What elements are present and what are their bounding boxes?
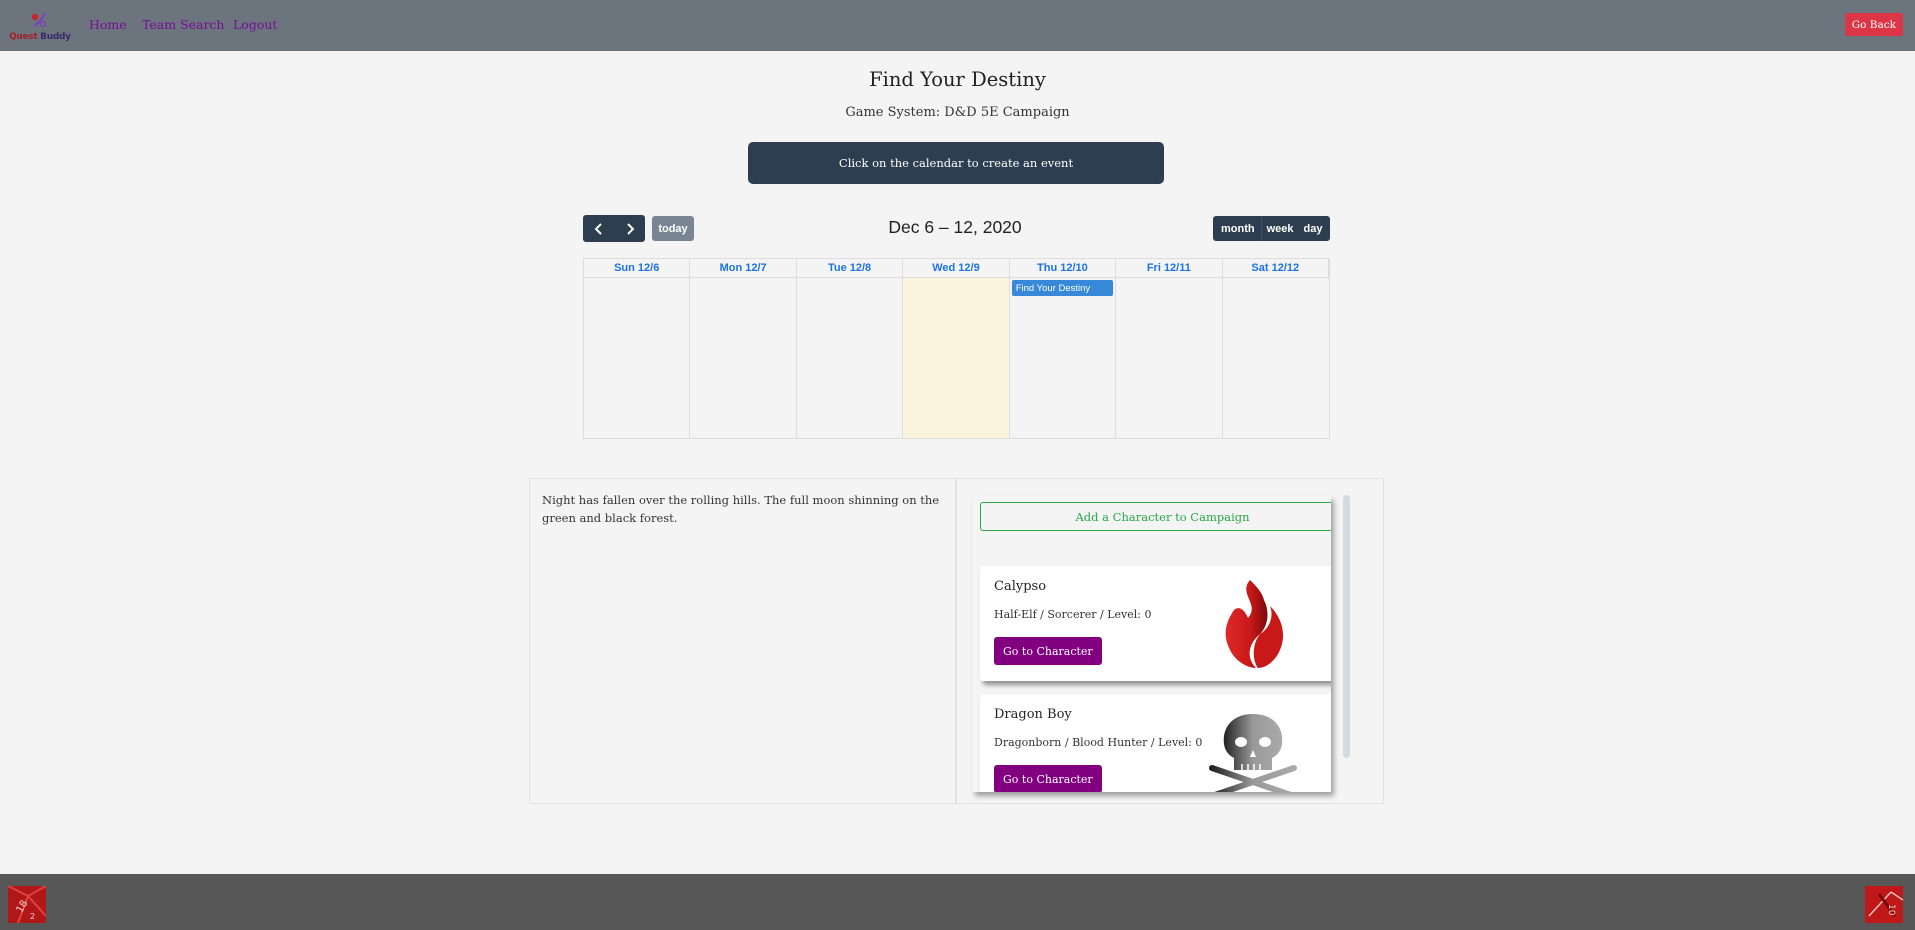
day-header-wed: Wed 12/9 [903, 259, 1010, 278]
view-day-button[interactable]: day [1299, 216, 1328, 241]
character-name: Calypso [994, 579, 1047, 594]
day-cell-tue[interactable] [797, 278, 904, 438]
character-info: Half-Elf / Sorcerer / Level: 0 [994, 608, 1152, 621]
footer: 18 2 10 [0, 874, 1915, 930]
nav-link-logout[interactable]: Logout [233, 17, 277, 32]
day-cell-sat[interactable] [1223, 278, 1329, 438]
character-name: Dragon Boy [994, 707, 1072, 722]
svg-text:2: 2 [30, 912, 35, 921]
svg-text:10: 10 [1886, 904, 1896, 916]
calendar-title: Dec 6 – 12, 2020 [888, 217, 1022, 237]
calendar-week-grid: Sun 12/6 Mon 12/7 Tue 12/8 Wed 12/9 Thu … [583, 258, 1330, 439]
go-to-character-button[interactable]: Go to Character [994, 765, 1102, 792]
calendar-instruction-banner: Click on the calendar to create an event [748, 142, 1164, 184]
characters-scroll-area[interactable]: Add a Character to Campaign Calypso Half… [972, 496, 1331, 792]
logo-text-buddy: Buddy [37, 32, 71, 42]
d20-dice-icon[interactable]: 18 2 [8, 886, 46, 923]
character-card: Dragon Boy Dragonborn / Blood Hunter / L… [980, 694, 1331, 792]
logo-icon [31, 12, 47, 28]
day-header-sat: Sat 12/12 [1222, 259, 1329, 278]
characters-panel: Add a Character to Campaign Calypso Half… [957, 479, 1383, 803]
prev-week-button[interactable] [583, 215, 614, 242]
today-button[interactable]: today [652, 216, 694, 241]
go-to-character-button[interactable]: Go to Character [994, 637, 1102, 665]
view-week-button[interactable]: week [1262, 216, 1299, 241]
logo-text: Quest Buddy [9, 32, 71, 42]
flame-icon [1225, 580, 1284, 668]
view-month-button[interactable]: month [1213, 216, 1262, 241]
go-back-button[interactable]: Go Back [1844, 13, 1903, 36]
calendar-event[interactable]: Find Your Destiny [1011, 280, 1114, 296]
characters-scrollbar[interactable] [1342, 495, 1351, 758]
campaign-details-panels: Night has fallen over the rolling hills.… [529, 478, 1384, 804]
nav-link-team-search[interactable]: Team Search [142, 17, 224, 32]
day-cell-sun[interactable] [584, 278, 691, 438]
campaign-description: Night has fallen over the rolling hills.… [530, 479, 957, 803]
chevron-left-icon [594, 222, 602, 235]
character-card: Calypso Half-Elf / Sorcerer / Level: 0 G… [980, 566, 1331, 681]
character-info: Dragonborn / Blood Hunter / Level: 0 [994, 736, 1203, 749]
calendar-nav-group [583, 215, 645, 242]
day-header-sun: Sun 12/6 [584, 259, 691, 278]
chevron-right-icon [626, 222, 634, 235]
add-character-button[interactable]: Add a Character to Campaign [980, 502, 1331, 531]
logo-text-quest: Quest [9, 32, 38, 42]
game-system-label: Game System: D&D 5E Campaign [845, 105, 1070, 120]
nav-link-home[interactable]: Home [89, 17, 127, 32]
day-header-thu: Thu 12/10 [1009, 259, 1117, 278]
calendar-view-switcher: month week day [1213, 216, 1330, 241]
day-cell-wed-today[interactable] [903, 278, 1010, 438]
scrollbar-thumb[interactable] [1343, 495, 1350, 758]
day-cell-mon[interactable] [690, 278, 797, 438]
next-week-button[interactable] [614, 215, 645, 242]
day-header-fri: Fri 12/11 [1116, 259, 1223, 278]
d20-dice-icon[interactable]: 10 [1865, 886, 1903, 923]
day-header-mon: Mon 12/7 [690, 259, 797, 278]
navbar: Quest Buddy Home Team Search Logout Go B… [0, 0, 1915, 51]
day-header-tue: Tue 12/8 [796, 259, 904, 278]
logo[interactable]: Quest Buddy [9, 10, 71, 42]
day-cell-fri[interactable] [1116, 278, 1223, 438]
skull-crossbones-icon [1209, 714, 1297, 792]
day-cell-thu[interactable]: Find Your Destiny [1010, 278, 1117, 438]
page-title: Find Your Destiny [869, 68, 1046, 91]
